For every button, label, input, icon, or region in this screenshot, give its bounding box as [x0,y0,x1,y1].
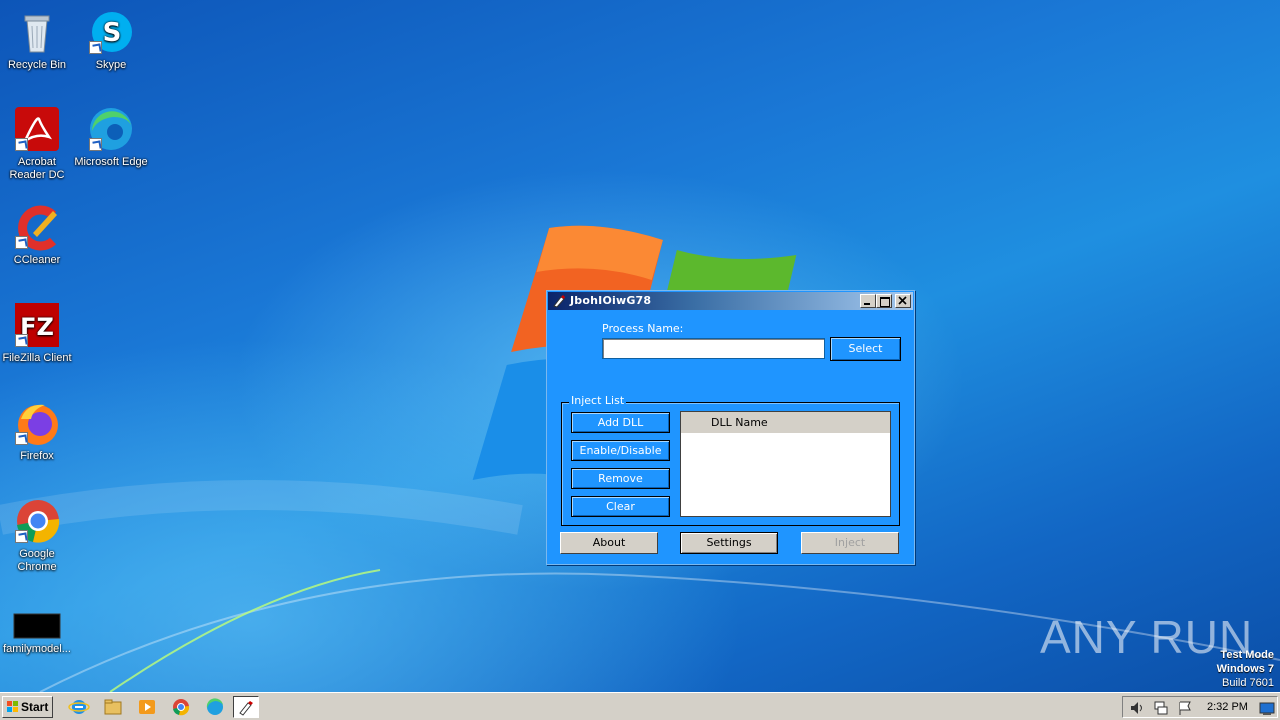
filezilla-icon: FZ [13,301,61,349]
firefox-icon [13,399,61,447]
media-player-taskbar-button[interactable] [136,697,158,717]
dialog-title: JbohIOiwG78 [570,294,652,307]
settings-button[interactable]: Settings [680,532,778,554]
edge-taskbar-button[interactable] [204,697,226,717]
select-button[interactable]: Select [830,337,901,361]
app-icon [552,294,566,311]
media-player-icon [139,700,155,714]
close-icon [898,296,907,305]
remove-button[interactable]: Remove [571,468,670,489]
volume-icon[interactable] [1129,700,1145,716]
shortcut-arrow-icon [15,334,28,347]
clock[interactable]: 2:32 PM [1207,701,1248,713]
ie-taskbar-button[interactable] [68,697,90,717]
clear-button[interactable]: Clear [571,496,670,517]
app-icon [239,701,253,716]
desktop-icon-label: familymodel... [3,643,71,655]
shortcut-arrow-icon [15,530,28,543]
internet-explorer-icon [68,700,90,714]
minimize-button[interactable] [860,294,876,308]
recycle-bin-icon [13,8,61,56]
desktop-icon-familymodel[interactable]: familymodel... [0,604,74,656]
inject-list-label: Inject List [569,394,627,407]
shortcut-arrow-icon [89,138,102,151]
start-label: Start [21,700,49,714]
desktop-icon-label: Recycle Bin [7,59,67,71]
maximize-icon [880,297,890,307]
desktop-icon-label: Firefox [20,450,54,462]
test-mode-notice: Test Mode Windows 7 Build 7601 [1217,648,1274,690]
injector-taskbar-button[interactable] [233,696,259,718]
desktop-icon-filezilla[interactable]: FZ FileZilla Client [0,301,74,365]
windows-flag-icon [7,701,18,712]
desktop-icon-label: Google Chrome [17,548,57,573]
desktop-icon-edge[interactable]: Microsoft Edge [74,105,148,169]
file-thumbnail-icon [13,604,61,640]
process-name-label: Process Name: [602,322,684,335]
shortcut-arrow-icon [15,432,28,445]
inject-button[interactable]: Inject [801,532,899,554]
maximize-button[interactable] [876,294,892,308]
about-button[interactable]: About [560,532,658,554]
start-button[interactable]: Start [2,696,53,718]
edge-icon [206,698,223,715]
taskbar: Start 2:32 PM [0,692,1280,720]
svg-text:S: S [103,18,122,48]
system-tray: 2:32 PM [1122,696,1278,718]
shortcut-arrow-icon [89,41,102,54]
desktop-icon-chrome[interactable]: Google Chrome [0,497,74,574]
dll-list[interactable]: DLL Name [680,411,891,517]
acrobat-icon [13,105,61,153]
shortcut-arrow-icon [15,138,28,151]
desktop-icon-firefox[interactable]: Firefox [0,399,74,463]
folder-icon [104,699,122,715]
chrome-taskbar-button[interactable] [170,697,192,717]
desktop: Recycle Bin S Skype Acrobat Reader DC Mi… [0,0,1280,692]
desktop-icon-label: Skype [95,59,127,71]
dialog-titlebar[interactable]: JbohIOiwG78 [548,292,913,310]
build-label: Build 7601 [1222,677,1274,689]
desktop-icon-acrobat[interactable]: Acrobat Reader DC [0,105,74,182]
show-desktop-icon[interactable] [1259,700,1275,716]
minimize-icon [864,303,870,305]
dll-column-header[interactable]: DLL Name [681,412,890,433]
explorer-taskbar-button[interactable] [102,697,124,717]
os-label: Windows 7 [1216,663,1274,675]
desktop-icon-label: Microsoft Edge [74,156,148,168]
edge-icon [87,105,135,153]
desktop-icon-skype[interactable]: S Skype [74,8,148,72]
ccleaner-icon [13,203,61,251]
chrome-icon [173,699,190,716]
chrome-icon [13,497,61,545]
network-icon[interactable] [1153,700,1169,716]
desktop-icon-label: CCleaner [13,254,61,266]
dll-column-header-label: DLL Name [711,416,768,429]
action-center-flag-icon[interactable] [1177,700,1193,716]
enable-disable-button[interactable]: Enable/Disable [571,440,670,461]
skype-icon: S [87,8,135,56]
add-dll-button[interactable]: Add DLL [571,412,670,433]
desktop-icon-recycle-bin[interactable]: Recycle Bin [0,8,74,72]
close-button[interactable] [895,294,911,308]
desktop-icon-ccleaner[interactable]: CCleaner [0,203,74,267]
shortcut-arrow-icon [15,236,28,249]
test-mode-label: Test Mode [1220,649,1274,661]
injector-dialog: JbohIOiwG78 Process Name: Select Inject … [546,290,915,565]
desktop-icon-label: Acrobat Reader DC [9,156,65,181]
desktop-icon-label: FileZilla Client [2,352,72,364]
process-name-input[interactable] [602,338,825,359]
